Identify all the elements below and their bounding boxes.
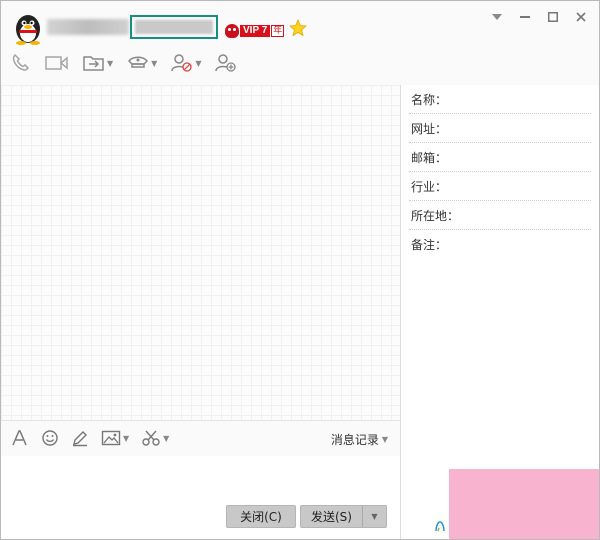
emoji-button[interactable]: [41, 429, 59, 447]
vip-level-label: VIP 7: [240, 25, 271, 37]
close-window-button[interactable]: [573, 9, 589, 25]
block-contact-button[interactable]: ▼: [171, 53, 201, 73]
profile-field-label: 邮箱：: [411, 150, 448, 165]
chat-header: VIP 7 年 ▼ ▼ ▼: [1, 1, 599, 85]
image-icon: [101, 430, 121, 446]
pen-icon: [73, 431, 87, 447]
chat-window: VIP 7 年 ▼ ▼ ▼ 名称： 网址： 邮箱： 行业： 所在地： 备注： ▼…: [0, 0, 600, 540]
close-icon: [576, 12, 586, 22]
star-icon[interactable]: [289, 19, 307, 37]
smiley-icon: [42, 430, 58, 446]
send-button[interactable]: 发送(S): [300, 505, 362, 528]
contact-name-blurred: [47, 19, 129, 35]
caret-down-icon: ▼: [123, 433, 130, 443]
user-add-icon: [215, 54, 237, 72]
minimize-icon: [520, 16, 530, 18]
caret-down-icon: ▼: [163, 433, 170, 443]
vip-badge[interactable]: VIP 7 年: [225, 23, 285, 39]
chat-toolbar: ▼ ▼ ▼: [11, 53, 237, 73]
maximize-icon: [548, 12, 558, 22]
profile-field-email: 邮箱：: [409, 143, 591, 172]
input-toolbar: ▼ ▼ 消息记录 ▼: [1, 420, 400, 456]
penguin-mini-icon: [435, 521, 445, 532]
profile-field-label: 名称：: [411, 92, 448, 107]
video-camera-icon: [45, 56, 68, 70]
message-history-area[interactable]: [1, 85, 400, 420]
minimize-button[interactable]: [517, 9, 533, 25]
font-icon: [12, 430, 27, 446]
profile-field-website: 网址：: [409, 114, 591, 143]
font-button[interactable]: [11, 429, 29, 447]
crown-icon: [225, 24, 239, 38]
officer-hat-icon: [128, 56, 149, 68]
close-button[interactable]: 关闭(C): [226, 505, 296, 528]
screenshot-button[interactable]: ▼: [141, 429, 169, 447]
video-call-button[interactable]: [45, 53, 69, 73]
vip-year-label: 年: [271, 25, 285, 37]
send-file-button[interactable]: ▼: [83, 53, 113, 73]
contact-signature-highlight[interactable]: [130, 15, 218, 39]
message-history-button[interactable]: 消息记录 ▼: [331, 431, 388, 448]
caret-down-icon: ▼: [195, 58, 202, 68]
voice-call-button[interactable]: [11, 53, 31, 73]
profile-field-label: 所在地：: [411, 208, 460, 223]
input-tools: ▼ ▼: [11, 429, 169, 447]
profile-field-location: 所在地：: [409, 201, 591, 230]
penguin-avatar[interactable]: [11, 11, 45, 45]
add-friend-button[interactable]: [215, 53, 237, 73]
scissors-icon: [142, 430, 160, 446]
overlay-block: [449, 469, 599, 539]
profile-field-label: 网址：: [411, 121, 448, 136]
profile-field-label: 备注：: [411, 238, 448, 252]
profile-field-label: 行业：: [411, 179, 448, 194]
maximize-button[interactable]: [545, 9, 561, 25]
window-controls: [489, 9, 589, 25]
caret-down-icon: ▼: [107, 58, 114, 68]
phone-icon: [12, 53, 30, 71]
profile-field-note: 备注：: [409, 230, 591, 259]
send-options-button[interactable]: ▼: [362, 505, 387, 528]
caret-down-icon: ▼: [151, 58, 158, 68]
doodle-button[interactable]: [71, 429, 89, 447]
remote-assist-button[interactable]: ▼: [127, 53, 157, 73]
history-label: 消息记录: [330, 433, 379, 447]
profile-field-industry: 行业：: [409, 172, 591, 201]
folder-transfer-icon: [83, 56, 104, 71]
caret-down-icon: ▼: [371, 512, 378, 521]
user-block-icon: [171, 54, 192, 72]
triangle-down-icon: [492, 14, 502, 20]
caret-down-icon: ▼: [381, 435, 388, 444]
image-button[interactable]: ▼: [101, 429, 129, 447]
dropdown-menu-button[interactable]: [489, 9, 505, 25]
profile-field-name: 名称：: [409, 85, 591, 114]
